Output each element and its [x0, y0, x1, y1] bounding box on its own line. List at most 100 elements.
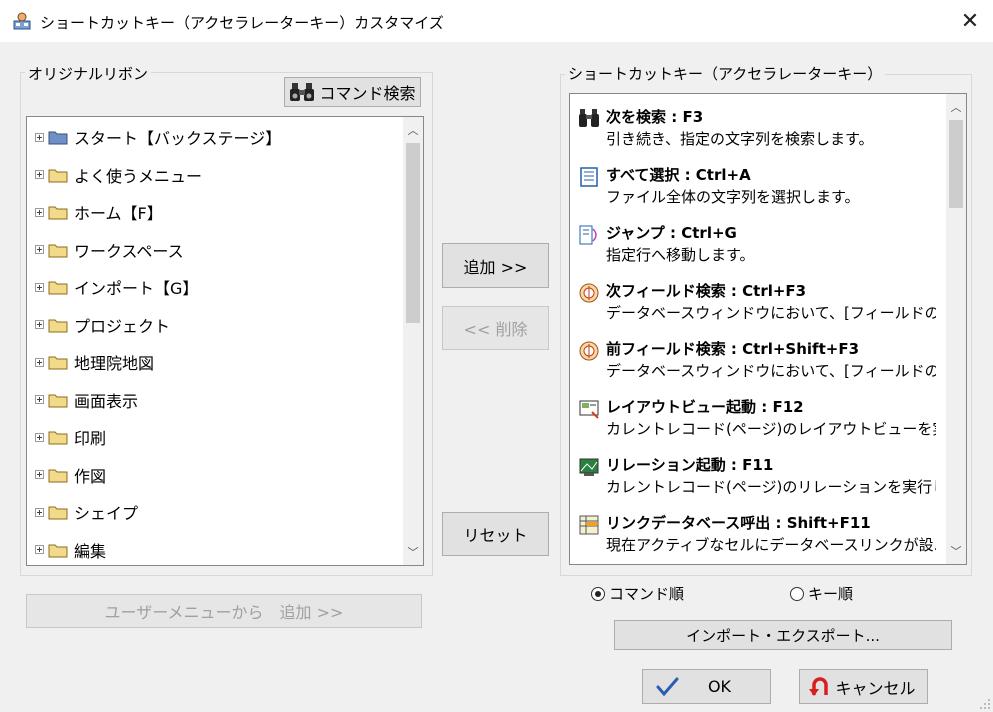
ok-button[interactable]: OK: [642, 669, 771, 704]
scroll-down-icon[interactable]: ﹀: [946, 541, 966, 561]
window-title: ショートカットキー（アクセラレーターキー）カスタマイズ: [40, 14, 444, 32]
tree-item[interactable]: 画面表示: [35, 388, 138, 412]
radio-unselected-icon: [790, 586, 804, 601]
delete-button[interactable]: << 削除: [442, 306, 549, 350]
shortcut-title: ジャンプ : Ctrl+G: [606, 224, 737, 242]
tree-item-label: ワークスペース: [74, 241, 184, 261]
shortcut-item[interactable]: リンクデータベース呼出 : Shift+F11 現在アクティブなセルにデータベース…: [578, 512, 936, 564]
tree-item[interactable]: よく使うメニュー: [35, 163, 202, 187]
tree-item-label: よく使うメニュー: [74, 166, 203, 186]
tree-item[interactable]: 地理院地図: [35, 350, 154, 374]
tree-scrollbar[interactable]: ︿ ﹀: [403, 117, 423, 565]
expand-icon[interactable]: [35, 470, 44, 479]
shortcut-item[interactable]: すべて選択 : Ctrl+A ファイル全体の文字列を選択します。: [578, 164, 933, 220]
folder-icon: [48, 506, 68, 520]
tree-item-label: 画面表示: [74, 391, 139, 411]
import-export-button[interactable]: インポート・エクスポート...: [614, 620, 952, 650]
shortcut-item[interactable]: 前フィールド検索 : Ctrl+Shift+F3 データベースウィンドウにおいて、…: [578, 338, 936, 394]
expand-icon[interactable]: [35, 282, 44, 292]
shortcut-title: 前フィールド検索 : Ctrl+Shift+F3: [606, 340, 860, 358]
title-bar: ショートカットキー（アクセラレーターキー）カスタマイズ ✕: [0, 0, 993, 42]
ribbon-tree[interactable]: スタート【バックステージ】よく使うメニューホーム【F】ワークスペースインポート【…: [26, 116, 424, 566]
shortcut-description: データベースウィンドウにおいて、[フィールドの検...: [606, 362, 936, 380]
expand-icon[interactable]: [35, 432, 44, 442]
folder-icon: [48, 394, 68, 407]
relation-icon: [579, 458, 599, 476]
scroll-down-icon[interactable]: ﹀: [403, 542, 423, 562]
cancel-label: キャンセル: [835, 678, 916, 698]
tree-item-label: シェイプ: [74, 504, 139, 523]
app-icon: [13, 12, 31, 30]
shortcut-description: カレントレコード(ページ)のレイアウトビューを実行...: [606, 420, 936, 438]
select-all-icon: [580, 167, 598, 187]
shortcut-scrollbar[interactable]: ︿ ﹀: [946, 94, 966, 564]
shortcut-title: 次フィールド検索 : Ctrl+F3: [606, 282, 807, 300]
expand-icon[interactable]: [35, 170, 44, 179]
tree-item[interactable]: 作図: [35, 463, 106, 487]
expand-icon[interactable]: [35, 545, 44, 554]
sort-by-key-radio[interactable]: キー順: [790, 583, 853, 604]
tree-item[interactable]: プロジェクト: [35, 313, 170, 337]
expand-icon[interactable]: [35, 507, 44, 517]
shortcut-title: リンクデータベース呼出 : Shift+F11: [606, 514, 871, 532]
shortcut-description: 指定行へ移動します。: [606, 246, 755, 264]
tree-item[interactable]: インポート【G】: [35, 275, 198, 299]
shortcut-description: ファイル全体の文字列を選択します。: [606, 188, 860, 206]
add-from-user-menu-button[interactable]: ユーザーメニューから 追加 >>: [26, 594, 422, 628]
tree-item[interactable]: ワークスペース: [35, 238, 184, 262]
reset-button[interactable]: リセット: [442, 512, 549, 556]
shortcut-list[interactable]: 次を検索 : F3 引き続き、指定の文字列を検索します。 すべて選択 : Ctrl+…: [569, 93, 967, 565]
jump-icon: [579, 225, 597, 245]
shortcut-title: すべて選択 : Ctrl+A: [606, 166, 751, 184]
shortcut-item[interactable]: 次を検索 : F3 引き続き、指定の文字列を検索します。: [578, 106, 933, 162]
command-search-button[interactable]: コマンド検索: [284, 77, 421, 107]
shortcut-title: 次を検索 : F3: [606, 108, 704, 126]
field-search-icon: [579, 341, 599, 361]
shortcut-title: リレーション起動 : F11: [606, 456, 774, 474]
folder-icon: [48, 131, 68, 145]
binoculars-icon: [290, 83, 315, 101]
tree-item-label: 印刷: [74, 429, 107, 448]
expand-icon[interactable]: [35, 245, 44, 254]
expand-icon[interactable]: [35, 395, 44, 404]
layout-view-icon: [579, 400, 599, 419]
tree-item-label: 地理院地図: [74, 354, 155, 373]
shortcut-item[interactable]: レイアウトビュー起動 : F12 カレントレコード(ページ)のレイアウトビューを実…: [578, 396, 936, 452]
scroll-up-icon[interactable]: ︿: [946, 97, 966, 117]
shortcut-item[interactable]: 次フィールド検索 : Ctrl+F3 データベースウィンドウにおいて、[フィールド…: [578, 280, 936, 336]
resize-grip-icon[interactable]: [979, 698, 991, 710]
sort-by-command-label: コマンド順: [609, 585, 685, 603]
tree-item[interactable]: 印刷: [35, 425, 106, 449]
folder-icon: [48, 206, 68, 220]
scroll-thumb[interactable]: [949, 120, 963, 208]
shortcut-item[interactable]: リレーション起動 : F11 カレントレコード(ページ)のリレーションを実行しま.…: [578, 454, 936, 510]
tree-item[interactable]: シェイプ: [35, 500, 138, 524]
ok-label: OK: [707, 677, 732, 696]
sort-by-key-label: キー順: [808, 585, 854, 603]
original-ribbon-label: オリジナルリボン: [25, 63, 152, 84]
command-search-label: コマンド検索: [319, 84, 416, 103]
expand-icon[interactable]: [35, 320, 44, 329]
expand-icon[interactable]: [35, 357, 44, 367]
shortcut-title: レイアウトビュー起動 : F12: [606, 398, 804, 416]
folder-icon: [48, 281, 68, 295]
tree-item[interactable]: 編集: [35, 538, 106, 562]
expand-icon[interactable]: [35, 132, 44, 142]
sort-by-command-radio[interactable]: コマンド順: [591, 583, 684, 604]
tree-item[interactable]: スタート【バックステージ】: [35, 125, 281, 149]
shortcut-item[interactable]: ジャンプ : Ctrl+G 指定行へ移動します。: [578, 222, 933, 278]
close-icon: ✕: [960, 8, 980, 34]
scroll-up-icon[interactable]: ︿: [403, 120, 423, 140]
folder-icon: [48, 544, 68, 557]
cancel-button[interactable]: キャンセル: [799, 669, 928, 704]
tree-item[interactable]: ホーム【F】: [35, 200, 163, 224]
folder-icon: [48, 431, 68, 445]
expand-icon[interactable]: [35, 207, 44, 217]
radio-selected-icon: [591, 586, 605, 601]
folder-icon: [48, 469, 68, 482]
add-button[interactable]: 追加 >>: [442, 243, 549, 288]
close-button[interactable]: ✕: [947, 0, 993, 42]
checkmark-icon: [656, 677, 679, 697]
scroll-thumb[interactable]: [406, 143, 420, 323]
folder-icon: [48, 356, 68, 370]
